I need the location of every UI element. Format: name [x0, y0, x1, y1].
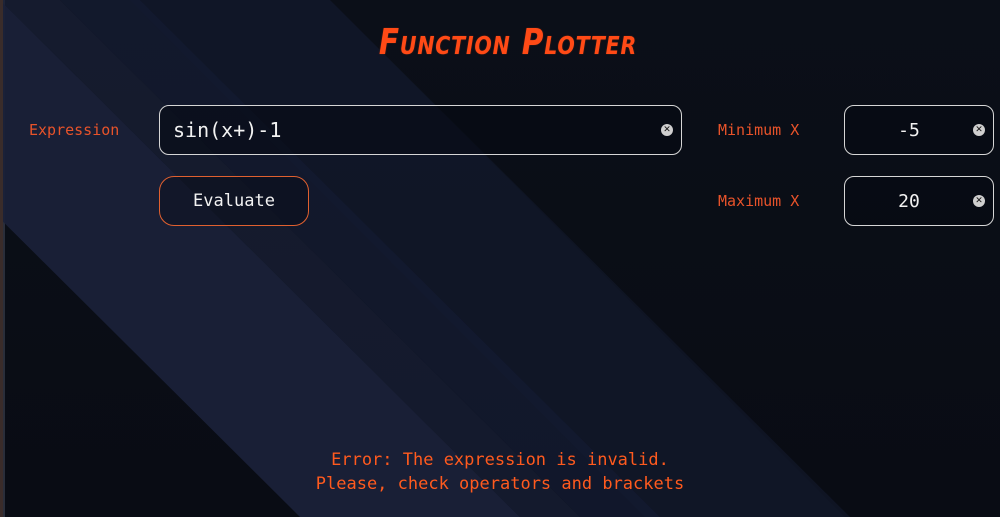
maximum-x-label: Maximum X: [718, 192, 800, 210]
expression-label: Expression: [29, 121, 120, 139]
app-window: Function Plotter Expression ✕ Evaluate M…: [0, 0, 1000, 517]
background-decoration: [0, 0, 850, 517]
minimum-x-input[interactable]: [845, 106, 993, 154]
close-icon[interactable]: ✕: [661, 124, 673, 136]
minimum-x-field[interactable]: ✕: [844, 105, 994, 155]
page-title: Function Plotter: [378, 22, 638, 63]
error-line-1: Error: The expression is invalid.: [331, 450, 669, 470]
error-line-2: Please, check operators and brackets: [315, 474, 685, 494]
close-icon[interactable]: ✕: [973, 195, 985, 207]
maximum-x-input[interactable]: [845, 177, 993, 225]
expression-field[interactable]: ✕: [159, 105, 682, 155]
close-icon[interactable]: ✕: [973, 124, 985, 136]
window-edge: [0, 0, 3, 517]
expression-input[interactable]: [160, 106, 681, 154]
minimum-x-label: Minimum X: [718, 121, 800, 139]
maximum-x-field[interactable]: ✕: [844, 176, 994, 226]
evaluate-button[interactable]: Evaluate: [159, 176, 309, 226]
error-message: Error: The expression is invalid. Please…: [0, 448, 1000, 496]
